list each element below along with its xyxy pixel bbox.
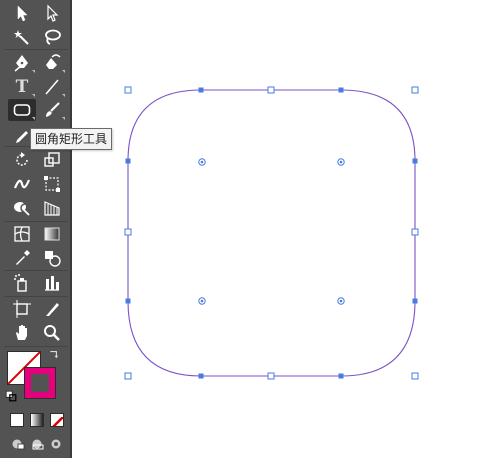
shape-builder-tool[interactable] (8, 197, 36, 219)
default-colors-icon (5, 390, 17, 402)
shape-builder-icon (14, 202, 30, 216)
bbox-handle-bottom-right[interactable] (411, 372, 419, 380)
anchor-point[interactable] (412, 158, 418, 164)
selection-tool-icon (17, 5, 28, 22)
curvature-pen-icon (46, 54, 61, 69)
artboard-canvas[interactable] (74, 0, 480, 458)
pen-tool-icon (14, 55, 28, 72)
type-tool-icon: T (15, 77, 29, 97)
eyedropper-icon (16, 250, 30, 265)
line-segment-icon (45, 79, 59, 95)
anchor-point[interactable] (125, 298, 131, 304)
none-mode-button[interactable] (50, 413, 64, 427)
stroke-swatch-inner (31, 374, 49, 392)
bbox-handle-left-mid[interactable] (124, 228, 132, 236)
gradient-icon (44, 227, 60, 241)
draw-behind-button[interactable] (30, 437, 46, 451)
eyedropper-tool[interactable] (8, 247, 36, 269)
swap-arrow-icon (50, 351, 59, 359)
zoom-icon (44, 325, 60, 341)
tools-panel: T (0, 0, 72, 458)
paintbrush-icon (46, 102, 60, 117)
blend-tool[interactable] (38, 247, 66, 269)
lasso-tool[interactable] (38, 26, 66, 48)
live-corner-widget[interactable] (337, 297, 345, 305)
width-tool[interactable] (8, 173, 36, 195)
perspective-grid-tool[interactable] (38, 197, 66, 219)
rounded-rectangle-tool-icon (13, 104, 31, 116)
width-tool-icon (13, 179, 31, 189)
column-graph-icon (45, 276, 59, 291)
anchor-point[interactable] (198, 373, 204, 379)
artboard-icon (13, 300, 31, 318)
draw-normal-button[interactable] (10, 437, 26, 451)
slice-tool[interactable] (38, 298, 66, 320)
anchor-point[interactable] (198, 87, 204, 93)
rounded-rectangle-shape[interactable] (127, 89, 416, 377)
swap-fill-stroke-button[interactable] (46, 347, 62, 361)
hand-tool[interactable] (8, 322, 36, 344)
anchor-point[interactable] (125, 158, 131, 164)
live-corner-widget[interactable] (337, 158, 345, 166)
magic-wand-tool[interactable] (8, 26, 36, 48)
bbox-handle-right-mid[interactable] (411, 228, 419, 236)
none-slash-icon (52, 416, 63, 426)
draw-inside-button[interactable] (48, 437, 64, 451)
bbox-handle-top-left[interactable] (124, 86, 132, 94)
scale-tool[interactable] (38, 149, 66, 171)
pencil-icon (16, 131, 28, 143)
zoom-tool[interactable] (38, 322, 66, 344)
bbox-handle-bottom-mid[interactable] (267, 372, 275, 380)
direct-selection-tool-icon (47, 4, 59, 22)
direct-selection-tool[interactable] (38, 2, 66, 24)
lasso-icon (45, 29, 61, 45)
hand-icon (16, 325, 27, 340)
rotate-icon (16, 152, 28, 166)
scale-icon (44, 152, 60, 167)
anchor-point[interactable] (412, 298, 418, 304)
live-corner-widget[interactable] (198, 297, 206, 305)
gradient-tool[interactable] (38, 223, 66, 245)
canvas-artwork (124, 86, 419, 380)
draw-normal-icon (12, 439, 25, 450)
gradient-mode-button[interactable] (30, 413, 44, 427)
bbox-handle-top-right[interactable] (411, 86, 419, 94)
symbol-sprayer-tool[interactable] (8, 272, 36, 294)
anchor-point[interactable] (338, 87, 344, 93)
stroke-swatch[interactable] (24, 367, 56, 399)
live-corner-widget[interactable] (198, 158, 206, 166)
blend-icon (45, 251, 61, 267)
mesh-tool[interactable] (8, 223, 36, 245)
mesh-icon (14, 226, 30, 242)
rotate-tool[interactable] (8, 149, 36, 171)
symbol-sprayer-icon (14, 274, 27, 292)
selection-tool[interactable] (8, 2, 36, 24)
draw-inside-icon (51, 439, 61, 449)
anchor-point[interactable] (338, 373, 344, 379)
column-graph-tool[interactable] (38, 272, 66, 294)
draw-behind-icon (32, 439, 44, 450)
color-mode-button[interactable] (10, 413, 24, 427)
free-transform-icon (44, 176, 60, 192)
free-transform-tool[interactable] (38, 173, 66, 195)
slice-icon (46, 303, 59, 316)
magic-wand-icon (14, 30, 29, 45)
perspective-grid-icon (44, 201, 60, 216)
bbox-handle-top-mid[interactable] (267, 86, 275, 94)
bbox-handle-bottom-left[interactable] (124, 372, 132, 380)
artboard-tool[interactable] (8, 298, 36, 320)
default-fill-stroke-button[interactable] (3, 389, 19, 403)
